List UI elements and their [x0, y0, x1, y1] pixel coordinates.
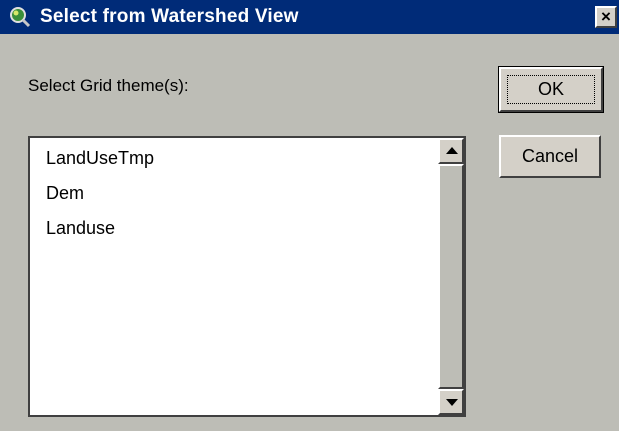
scroll-up-button[interactable]: [438, 138, 464, 164]
list-item-dem[interactable]: Dem: [46, 183, 84, 204]
list-item-landuse[interactable]: Landuse: [46, 218, 115, 239]
scroll-down-button[interactable]: [438, 389, 464, 415]
focus-rectangle: [507, 75, 595, 104]
grid-theme-label: Select Grid theme(s):: [28, 76, 189, 95]
cancel-button[interactable]: Cancel: [499, 135, 601, 178]
arrow-up-icon: [446, 147, 458, 154]
arrow-down-icon: [446, 399, 458, 406]
magnifier-globe-icon: [10, 7, 31, 28]
grid-theme-listbox[interactable]: LandUseTmp Dem Landuse: [28, 136, 466, 417]
list-items: LandUseTmp Dem Landuse: [30, 138, 438, 415]
ok-button[interactable]: OK: [498, 66, 604, 113]
close-icon: ×: [601, 7, 611, 26]
scroll-thumb[interactable]: [438, 164, 464, 389]
window-title: Select from Watershed View: [40, 6, 299, 27]
vertical-scrollbar[interactable]: [438, 138, 464, 415]
dialog-window: Select from Watershed View × Select Grid…: [0, 0, 619, 431]
cancel-button-label: Cancel: [521, 146, 579, 166]
title-bar[interactable]: Select from Watershed View ×: [0, 0, 619, 34]
close-button[interactable]: ×: [595, 6, 617, 28]
list-item-landusetmp[interactable]: LandUseTmp: [46, 148, 154, 169]
